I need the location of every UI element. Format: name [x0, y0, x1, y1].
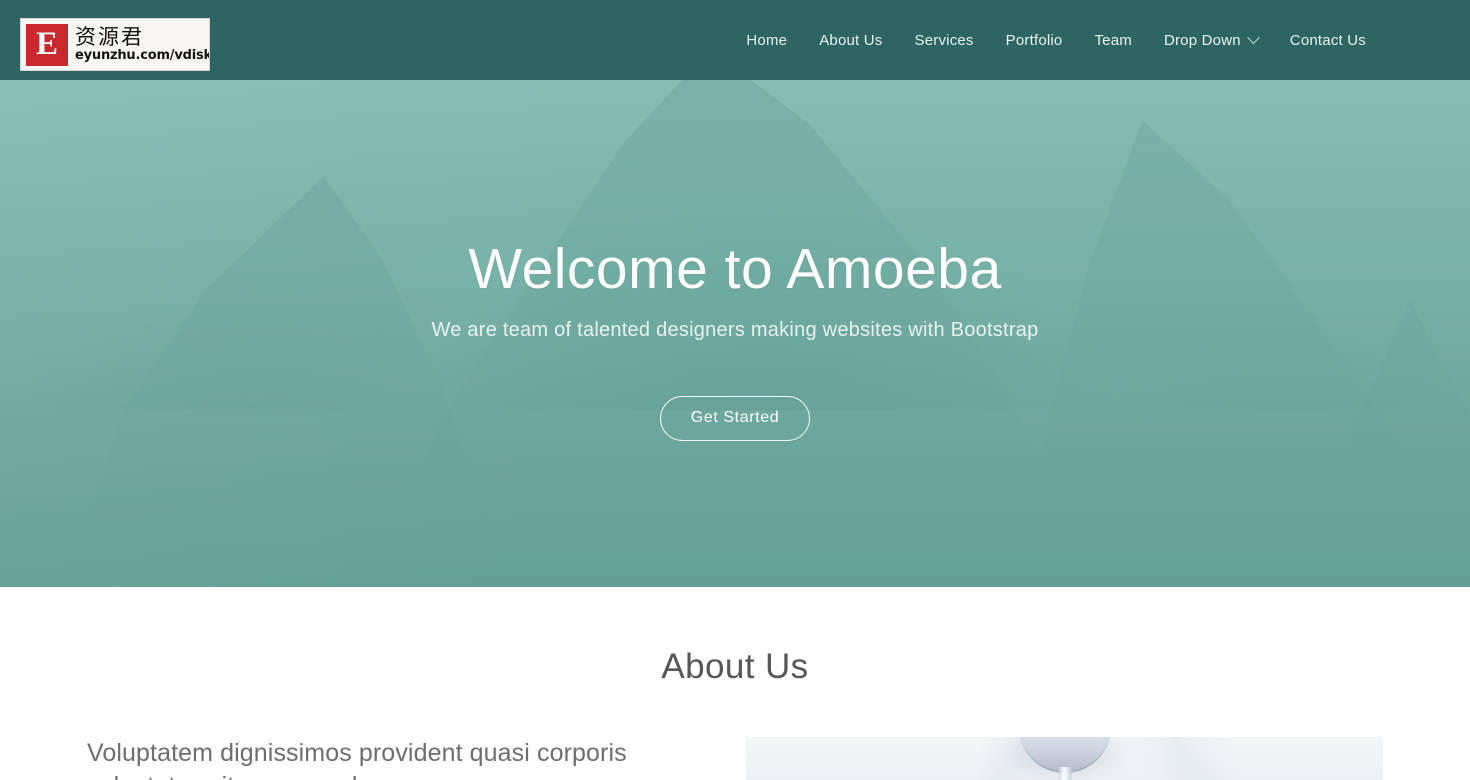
- about-lede: Voluptatem dignissimos provident quasi c…: [87, 739, 627, 780]
- logo-brand-url: eyunzhu.com/vdisk: [75, 47, 210, 63]
- hero-title: Welcome to Amoeba: [468, 237, 1002, 301]
- hero-content: Welcome to Amoeba We are team of talente…: [0, 80, 1470, 587]
- logo-mark-letter: E: [35, 26, 58, 62]
- nav-item-label: Drop Down: [1163, 31, 1241, 49]
- nav-item-label: Contact Us: [1289, 31, 1366, 49]
- nav-item-label: Portfolio: [1005, 31, 1063, 49]
- about-heading: About Us: [661, 647, 809, 686]
- logo-mark-icon: E: [26, 23, 68, 66]
- brand-logo[interactable]: E 资源君 eyunzhu.com/vdisk: [20, 18, 210, 71]
- about-media-column: [700, 737, 1470, 780]
- about-text-column: Voluptatem dignissimos provident quasi c…: [0, 737, 700, 780]
- main-nav: Home About Us Services Portfolio Team Dr…: [730, 0, 1382, 80]
- logo-brand-cn: 资源君: [75, 24, 144, 49]
- site-header: E 资源君 eyunzhu.com/vdisk Home About Us Se…: [0, 0, 1470, 80]
- nav-item-about-us[interactable]: About Us: [803, 32, 898, 49]
- logo-text: 资源君 eyunzhu.com/vdisk: [75, 24, 210, 64]
- hero-subtitle: We are team of talented designers making…: [431, 318, 1039, 341]
- nav-item-label: Home: [746, 31, 788, 49]
- nav-item-label: Services: [914, 31, 974, 49]
- wine-glass-stem-icon: [1058, 767, 1071, 780]
- nav-item-services[interactable]: Services: [899, 32, 990, 49]
- nav-item-label: Team: [1094, 31, 1132, 49]
- nav-item-home[interactable]: Home: [730, 32, 803, 49]
- nav-item-label: About Us: [819, 31, 883, 49]
- about-body: Voluptatem dignissimos provident quasi c…: [0, 737, 1470, 780]
- nav-item-contact-us[interactable]: Contact Us: [1274, 32, 1382, 49]
- about-section: About Us Voluptatem dignissimos providen…: [0, 587, 1470, 780]
- about-image: [746, 737, 1383, 780]
- nav-item-portfolio[interactable]: Portfolio: [990, 32, 1079, 49]
- chevron-down-icon: [1246, 30, 1260, 44]
- get-started-button[interactable]: Get Started: [660, 395, 810, 441]
- hero-section: Welcome to Amoeba We are team of talente…: [0, 80, 1470, 587]
- nav-item-team[interactable]: Team: [1078, 32, 1147, 49]
- nav-item-drop-down[interactable]: Drop Down: [1148, 30, 1274, 49]
